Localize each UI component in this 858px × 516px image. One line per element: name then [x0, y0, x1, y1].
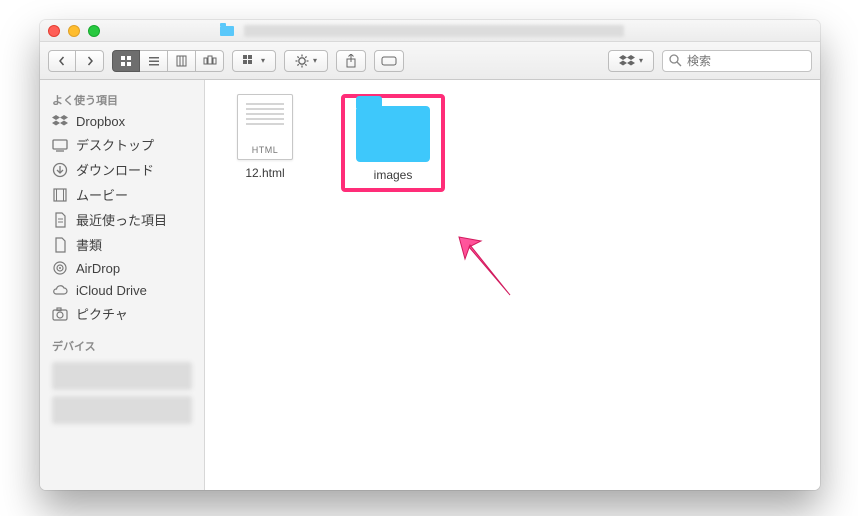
download-icon [52, 162, 68, 178]
back-button[interactable] [48, 50, 76, 72]
sidebar-item-movies[interactable]: ムービー [40, 182, 204, 207]
list-icon [148, 55, 160, 67]
highlight-annotation: images [341, 94, 445, 192]
cloud-icon [52, 282, 68, 298]
sidebar-item-label: 最近使った項目 [76, 210, 167, 229]
share-icon [345, 54, 357, 68]
sidebar-item-pictures[interactable]: ピクチャ [40, 301, 204, 326]
sidebar-item-label: ダウンロード [76, 160, 154, 179]
share-button[interactable] [336, 50, 366, 72]
gear-icon [295, 54, 309, 68]
dropbox-icon [619, 54, 635, 68]
chevron-right-icon [85, 56, 95, 66]
icon-view-button[interactable] [112, 50, 140, 72]
sidebar-item-icloud[interactable]: iCloud Drive [40, 279, 204, 301]
chevron-down-icon: ▾ [313, 56, 317, 65]
zoom-button[interactable] [88, 25, 100, 37]
folder-icon [220, 26, 234, 36]
documents-icon [52, 237, 68, 253]
sidebar-item-label: iCloud Drive [76, 283, 147, 298]
sidebar-item-label: ムービー [76, 185, 128, 204]
dropbox-button[interactable]: ▾ [608, 50, 654, 72]
camera-icon [52, 306, 68, 322]
arrange-button[interactable]: ▾ [232, 50, 276, 72]
forward-button[interactable] [76, 50, 104, 72]
file-grid: 12.html images [205, 80, 820, 490]
columns-icon [176, 55, 188, 67]
title-text-blurred [244, 25, 624, 37]
sidebar-item-documents[interactable]: 書類 [40, 232, 204, 257]
airdrop-icon [52, 260, 68, 276]
sidebar-item-label: Dropbox [76, 114, 125, 129]
sidebar-item-downloads[interactable]: ダウンロード [40, 157, 204, 182]
traffic-lights [48, 25, 100, 37]
sidebar-item-airdrop[interactable]: AirDrop [40, 257, 204, 279]
file-item-html[interactable]: 12.html [223, 94, 307, 180]
file-item-folder[interactable]: images [351, 100, 435, 182]
column-view-button[interactable] [168, 50, 196, 72]
file-label: 12.html [245, 166, 284, 180]
view-switcher [112, 50, 224, 72]
search-input[interactable] [662, 50, 812, 72]
device-item-blurred [52, 396, 192, 424]
minimize-button[interactable] [68, 25, 80, 37]
finder-window: ▾ ▾ ▾ よく使う項目 Dropbox [40, 20, 820, 490]
folder-icon [356, 106, 430, 162]
tag-icon [381, 56, 397, 66]
sidebar-item-label: ピクチャ [76, 304, 128, 323]
sidebar-item-label: デスクトップ [76, 135, 154, 154]
list-view-button[interactable] [140, 50, 168, 72]
film-icon [52, 187, 68, 203]
html-file-icon [237, 94, 293, 160]
grid-icon [120, 55, 132, 67]
devices-header: デバイス [40, 334, 204, 356]
device-item-blurred [52, 362, 192, 390]
sidebar-item-label: 書類 [76, 235, 102, 254]
sidebar: よく使う項目 Dropbox デスクトップ ダウンロード ムービー 最近使った項… [40, 80, 205, 490]
window-body: よく使う項目 Dropbox デスクトップ ダウンロード ムービー 最近使った項… [40, 80, 820, 490]
dropbox-icon [52, 113, 68, 129]
arrange-icon [243, 55, 257, 67]
coverflow-view-button[interactable] [196, 50, 224, 72]
coverflow-icon [203, 55, 217, 67]
titlebar [40, 20, 820, 42]
chevron-left-icon [57, 56, 67, 66]
search-field[interactable] [662, 50, 812, 72]
toolbar: ▾ ▾ ▾ [40, 42, 820, 80]
sidebar-item-label: AirDrop [76, 261, 120, 276]
close-button[interactable] [48, 25, 60, 37]
nav-group [48, 50, 104, 72]
document-icon [52, 212, 68, 228]
chevron-down-icon: ▾ [639, 56, 643, 65]
tags-button[interactable] [374, 50, 404, 72]
window-title [220, 25, 624, 37]
file-label: images [374, 168, 413, 182]
chevron-down-icon: ▾ [261, 56, 265, 65]
desktop-icon [52, 137, 68, 153]
favorites-header: よく使う項目 [40, 88, 204, 110]
sidebar-item-dropbox[interactable]: Dropbox [40, 110, 204, 132]
action-button[interactable]: ▾ [284, 50, 328, 72]
sidebar-item-recents[interactable]: 最近使った項目 [40, 207, 204, 232]
sidebar-item-desktop[interactable]: デスクトップ [40, 132, 204, 157]
search-icon [668, 53, 682, 72]
